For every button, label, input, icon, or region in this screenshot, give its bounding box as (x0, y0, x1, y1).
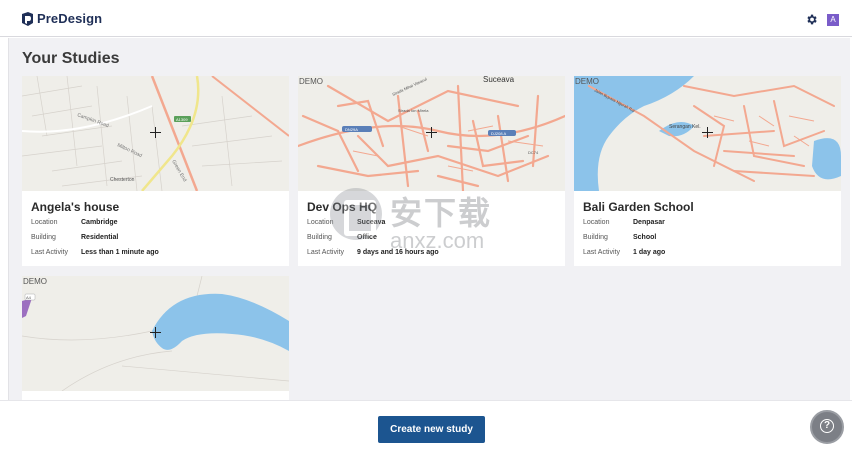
map-label: Serangan Kel. (669, 124, 701, 130)
demo-label: DEMO (299, 77, 323, 86)
app-logo[interactable]: PreDesign (21, 11, 102, 26)
demo-label: DEMO (23, 277, 47, 286)
map-label: DJ208 A (491, 131, 506, 136)
predesign-logo-icon (22, 11, 33, 26)
study-building: Building School (583, 234, 657, 241)
watermark: 安下载 anxz.com (330, 186, 535, 266)
crosshair-icon (702, 127, 713, 138)
map-label: Suceava (483, 76, 515, 84)
gear-icon[interactable] (805, 13, 818, 26)
study-title[interactable]: Bali Garden School (583, 200, 694, 214)
map-label: DN29A (345, 127, 358, 132)
watermark-url: anxz.com (390, 228, 485, 253)
map-label: Strada Ion Mirela (398, 108, 429, 113)
create-new-study-button[interactable]: Create new study (378, 416, 485, 443)
help-button[interactable]: ? (810, 410, 844, 444)
study-location: Location Cambridge (31, 219, 118, 226)
study-last-activity: Last Activity 1 day ago (583, 249, 666, 256)
study-card[interactable]: A4 DEMO (22, 276, 289, 400)
crosshair-icon (150, 127, 161, 138)
study-building: Building Residential (31, 234, 119, 241)
study-map[interactable]: A1309 Campkin Road Milton Road Green End… (22, 76, 289, 191)
map-label: A1309 (176, 117, 188, 122)
app-name: PreDesign (37, 11, 103, 26)
study-title[interactable]: Angela's house (31, 200, 119, 214)
help-icon: ? (820, 419, 834, 433)
map-label: DC74 (528, 150, 539, 155)
crosshair-icon (150, 327, 161, 338)
crosshair-icon (426, 127, 437, 138)
map-label: A4 (26, 295, 32, 300)
study-map[interactable]: Jalan Bypass Ngurah Rai Serangan Kel. DE… (574, 76, 841, 191)
page-title: Your Studies (22, 50, 120, 67)
study-card[interactable]: Jalan Bypass Ngurah Rai Serangan Kel. DE… (574, 76, 841, 266)
study-card[interactable]: A1309 Campkin Road Milton Road Green End… (22, 76, 289, 266)
study-map[interactable]: Suceava Strada Mihai Viteazul Strada Ion… (298, 76, 565, 191)
study-location: Location Denpasar (583, 219, 665, 226)
map-label: Chesterton (110, 177, 135, 183)
study-last-activity: Last Activity Less than 1 minute ago (31, 249, 159, 256)
top-bar (0, 0, 852, 37)
demo-label: DEMO (575, 77, 599, 86)
watermark-shield-icon (330, 188, 382, 240)
avatar[interactable]: A (827, 14, 839, 26)
study-map[interactable]: A4 DEMO (22, 276, 289, 391)
